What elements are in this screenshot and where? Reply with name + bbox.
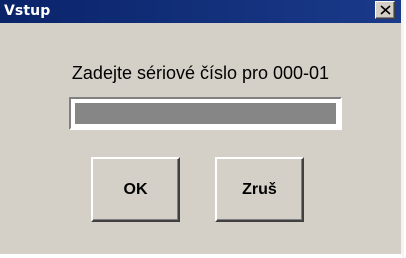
prompt-text: Zadejte sériové číslo pro 000-01 <box>71 63 330 83</box>
dialog-title: Vstup <box>4 3 51 19</box>
serial-number-input[interactable] <box>75 103 336 124</box>
ok-button-label: OK <box>123 180 148 198</box>
input-dialog: Vstup Zadejte sériové číslo pro 000-01 O… <box>0 0 404 258</box>
ok-button[interactable]: OK <box>91 157 180 222</box>
title-bar[interactable]: Vstup <box>0 0 401 23</box>
close-icon <box>380 5 391 15</box>
cancel-button[interactable]: Zruš <box>215 157 304 222</box>
serial-number-field <box>69 97 342 130</box>
close-button[interactable] <box>375 1 395 19</box>
cancel-button-label: Zruš <box>242 180 277 198</box>
